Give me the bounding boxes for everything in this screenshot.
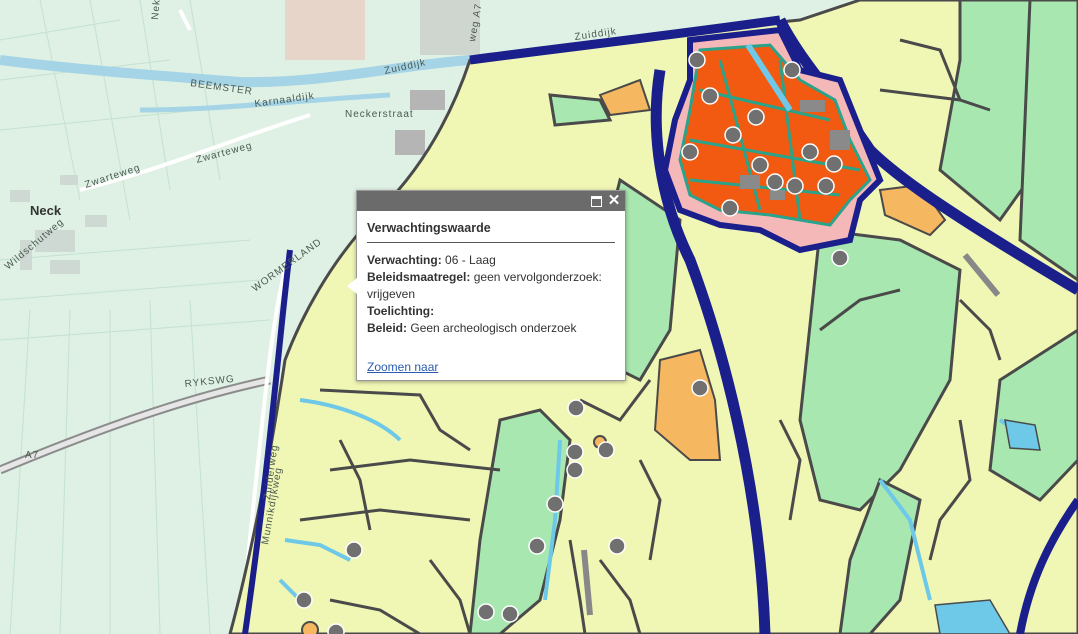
- marker-icon: [751, 156, 769, 174]
- label-nek: Nek: [150, 0, 163, 20]
- marker-icon: [766, 173, 784, 191]
- industrial-block: [285, 0, 365, 60]
- field-verwachting: Verwachting: 06 - Laag: [367, 253, 496, 267]
- marker-icon: [688, 51, 706, 69]
- marker-icon: [825, 155, 843, 173]
- label-neck: Neck: [30, 203, 62, 218]
- maximize-icon[interactable]: [589, 194, 603, 208]
- popup-body: Verwachtingswaarde Verwachting: 06 - Laa…: [357, 211, 625, 337]
- marker-icon: [295, 591, 313, 609]
- field-toelichting: Toelichting:: [367, 304, 435, 318]
- close-icon[interactable]: ✕: [607, 193, 621, 208]
- marker-icon: [528, 537, 546, 555]
- popup-title: Verwachtingswaarde: [367, 221, 615, 243]
- popup-titlebar: ✕: [357, 191, 625, 211]
- zoom-to-link[interactable]: Zoomen naar: [367, 360, 438, 374]
- marker-icon: [477, 603, 495, 621]
- marker-icon: [345, 541, 363, 559]
- marker-icon: [566, 443, 584, 461]
- marker-icon: [327, 623, 345, 634]
- marker-icon: [701, 87, 719, 105]
- marker-icon: [721, 199, 739, 217]
- info-popup: ✕ Verwachtingswaarde Verwachting: 06 - L…: [347, 190, 626, 381]
- field-beleidsmaatregel: Beleidsmaatregel: geen vervolgonderzoek:…: [367, 270, 602, 301]
- field-beleid: Beleid: Geen archeologisch onderzoek: [367, 321, 577, 335]
- popup-pointer: [347, 278, 357, 294]
- label-a7: A7: [25, 450, 39, 461]
- marker-icon: [783, 61, 801, 79]
- marker-icon: [801, 143, 819, 161]
- marker-icon: [831, 249, 849, 267]
- marker-icon: [786, 177, 804, 195]
- marker-icon: [817, 177, 835, 195]
- marker-icon: [597, 441, 615, 459]
- marker-icon: [608, 537, 626, 555]
- marker-icon: [567, 399, 585, 417]
- marker-icon: [501, 605, 519, 623]
- label-neckerstraat: Neckerstraat: [345, 109, 414, 120]
- marker-icon: [724, 126, 742, 144]
- marker-icon: [546, 495, 564, 513]
- marker-icon: [681, 143, 699, 161]
- marker-icon: [566, 461, 584, 479]
- marker-icon: [691, 379, 709, 397]
- marker-icon: [747, 108, 765, 126]
